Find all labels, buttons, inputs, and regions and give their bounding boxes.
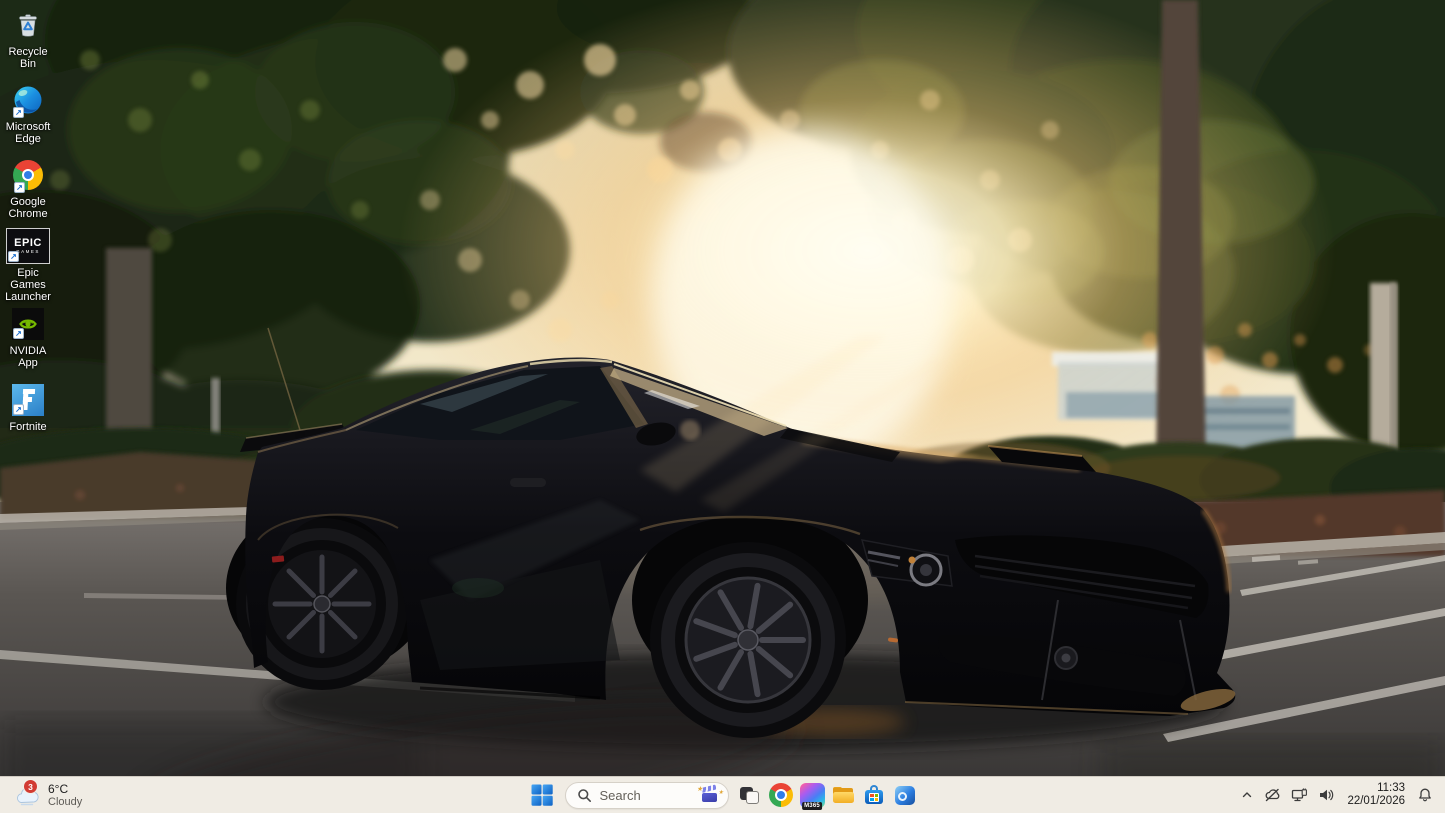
- file-explorer-icon: [831, 783, 855, 807]
- desktop-icon-label: Fortnite: [9, 421, 46, 433]
- tray-time: 11:33: [1347, 782, 1405, 795]
- microsoft-store-icon: [862, 783, 886, 807]
- onedrive-slashed-cloud-icon: [1264, 787, 1281, 803]
- speaker-volume-icon: [1318, 787, 1335, 803]
- desktop-icon-label: Epic Games Launcher: [0, 267, 57, 303]
- desktop-icon-nvidia-app[interactable]: NVIDIA App: [0, 305, 57, 369]
- desktop: Recycle Bin Microsoft Edge: [0, 0, 1445, 813]
- notification-bell-icon: [1417, 787, 1433, 803]
- notification-center-button[interactable]: [1412, 780, 1441, 810]
- taskbar-microsoft-365-copilot[interactable]: M365: [797, 779, 828, 811]
- microsoft-365-copilot-icon: M365: [800, 783, 825, 808]
- task-view-icon: [738, 783, 762, 807]
- task-view-button[interactable]: [735, 779, 766, 811]
- desktop-icon-label: Google Chrome: [0, 196, 57, 220]
- recycle-bin-icon: [12, 9, 44, 41]
- desktop-icon-label: NVIDIA App: [0, 345, 57, 369]
- system-tray: 11:33 22/01/2026: [1235, 777, 1441, 813]
- desktop-icon-label: Recycle Bin: [0, 46, 57, 70]
- weather-widget[interactable]: 3 6°C Cloudy: [8, 777, 88, 813]
- taskbar-outlook[interactable]: [890, 779, 921, 811]
- shortcut-arrow-icon: [13, 328, 24, 339]
- taskbar-file-explorer[interactable]: [828, 779, 859, 811]
- shortcut-arrow-icon: [13, 404, 24, 415]
- taskbar-google-chrome[interactable]: [766, 779, 797, 811]
- fortnite-icon: [12, 384, 44, 416]
- chevron-up-icon: [1240, 788, 1254, 802]
- start-button[interactable]: [525, 779, 559, 811]
- shortcut-arrow-icon: [8, 251, 19, 262]
- taskbar-microsoft-store[interactable]: [859, 779, 890, 811]
- google-chrome-icon: [769, 783, 793, 807]
- desktop-icon-list: Recycle Bin Microsoft Edge: [0, 0, 70, 740]
- taskbar: 3 6°C Cloudy: [0, 776, 1445, 813]
- onedrive-status-button[interactable]: [1259, 780, 1286, 810]
- weather-temperature: 6°C: [48, 783, 82, 796]
- desktop-icon-fortnite[interactable]: Fortnite: [0, 381, 57, 433]
- shortcut-arrow-icon: [13, 107, 24, 118]
- taskbar-search-box[interactable]: Search: [565, 782, 729, 809]
- desktop-icon-label: Microsoft Edge: [0, 121, 57, 145]
- tray-date: 22/01/2026: [1347, 795, 1405, 808]
- network-button[interactable]: [1286, 780, 1313, 810]
- search-placeholder: Search: [600, 788, 701, 803]
- search-highlight-clapperboard-icon[interactable]: [701, 786, 721, 804]
- volume-button[interactable]: [1313, 780, 1340, 810]
- wallpaper-image: [0, 0, 1445, 813]
- taskbar-center: Search M365: [525, 777, 921, 813]
- desktop-icon-microsoft-edge[interactable]: Microsoft Edge: [0, 81, 57, 145]
- search-icon: [577, 788, 592, 803]
- weather-condition: Cloudy: [48, 796, 82, 808]
- hidden-icons-button[interactable]: [1235, 780, 1259, 810]
- windows-logo-icon: [531, 784, 553, 806]
- weather-alert-badge: 3: [23, 779, 38, 794]
- desktop-icon-recycle-bin[interactable]: Recycle Bin: [0, 6, 57, 70]
- outlook-icon: [893, 783, 917, 807]
- clock[interactable]: 11:33 22/01/2026: [1340, 782, 1412, 808]
- desktop-icon-epic-games-launcher[interactable]: EPIC GAMES Epic Games Launcher: [0, 227, 57, 303]
- ethernet-network-icon: [1291, 787, 1308, 803]
- desktop-icon-google-chrome[interactable]: Google Chrome: [0, 156, 57, 220]
- wallpaper-front-wheel: [650, 542, 846, 738]
- nvidia-icon: [12, 308, 44, 340]
- m365-badge: M365: [802, 802, 822, 810]
- epic-games-icon: EPIC GAMES: [6, 228, 50, 264]
- weather-cloud-icon: 3: [14, 783, 41, 807]
- shortcut-arrow-icon: [14, 182, 25, 193]
